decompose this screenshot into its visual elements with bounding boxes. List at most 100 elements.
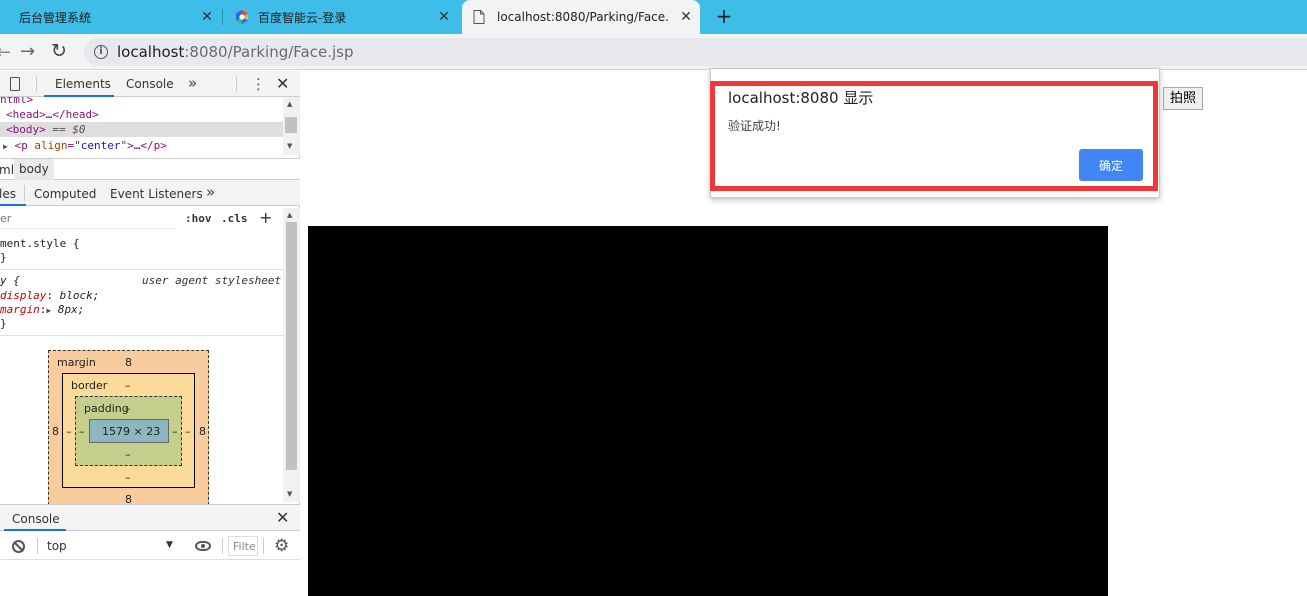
- dom-node-head[interactable]: <head>…</head>: [6, 107, 99, 122]
- eye-icon[interactable]: [195, 541, 211, 551]
- display-declaration[interactable]: display: block;: [0, 289, 99, 302]
- dom-node-body[interactable]: <body> == $0: [0, 122, 283, 137]
- padding-bottom-value[interactable]: –: [125, 448, 131, 461]
- scroll-up-icon[interactable]: ▲: [287, 211, 292, 219]
- margin-right-value[interactable]: 8: [199, 425, 206, 438]
- close-icon[interactable]: ✕: [199, 9, 215, 25]
- alert-dialog: localhost:8080 显示 验证成功! 确定: [710, 68, 1160, 198]
- element-style-rule[interactable]: ment.style {: [0, 237, 79, 250]
- border-top-value[interactable]: –: [125, 379, 131, 392]
- hov-toggle[interactable]: :hov: [185, 212, 212, 225]
- margin-top-value[interactable]: 8: [125, 356, 132, 369]
- close-icon[interactable]: ✕: [276, 74, 289, 93]
- dom-text: html>: [0, 97, 34, 106]
- dom-node-html[interactable]: html>: [0, 97, 33, 107]
- url-host: localhost: [117, 43, 185, 61]
- active-subtab-indicator: [0, 204, 26, 206]
- styles-filter-input[interactable]: [0, 209, 174, 229]
- border-bottom-value[interactable]: –: [125, 471, 131, 484]
- margin-left-value[interactable]: 8: [52, 425, 59, 438]
- border-right-value[interactable]: –: [185, 425, 191, 438]
- rule-close-brace: }: [0, 251, 7, 264]
- toolbar-divider: [222, 538, 223, 554]
- more-tabs-icon[interactable]: »: [188, 74, 197, 92]
- scroll-down-icon[interactable]: ▼: [287, 142, 292, 150]
- css-prop: margin: [0, 303, 40, 316]
- margin-label: margin: [57, 356, 96, 369]
- subtab-event-listeners[interactable]: Event Listeners: [110, 187, 203, 201]
- url-text[interactable]: localhost:8080/Parking/Face.jsp: [117, 43, 353, 61]
- dom-tag: </head>: [52, 108, 99, 121]
- tab-face-jsp[interactable]: localhost:8080/Parking/Face.jsp ✕: [462, 0, 700, 34]
- scroll-up-icon[interactable]: ▲: [287, 100, 292, 108]
- dom-punct: ">: [120, 139, 134, 152]
- tab-baidu-cloud[interactable]: 百度智能云-登录 ✕: [224, 0, 460, 34]
- close-icon[interactable]: ✕: [436, 9, 452, 25]
- styles-filter-bar: :hov .cls +: [0, 208, 283, 230]
- css-value: block;: [59, 289, 100, 302]
- camera-video: [308, 226, 1108, 596]
- back-arrow-icon[interactable]: ←: [0, 42, 11, 63]
- device-toggle-icon[interactable]: [10, 77, 20, 91]
- chevron-down-icon[interactable]: ▼: [166, 540, 173, 550]
- subtab-computed[interactable]: Computed: [34, 187, 96, 201]
- tab-separator: [222, 9, 223, 25]
- dom-attr-value: center: [80, 139, 121, 152]
- devtools-panel: Elements Console » ⋮ ✕ html> <head>…</he…: [0, 71, 300, 596]
- body-selector[interactable]: y {: [0, 274, 20, 287]
- active-drawer-tab-indicator: [4, 529, 66, 531]
- scrollbar-thumb[interactable]: [285, 117, 297, 133]
- rule-divider: [0, 335, 283, 336]
- context-select[interactable]: top: [47, 539, 67, 553]
- drawer-tab-console[interactable]: Console: [12, 512, 60, 526]
- padding-left-value[interactable]: –: [79, 425, 85, 438]
- subtab-styles[interactable]: les: [0, 187, 16, 201]
- baidu-cloud-icon: [236, 10, 248, 24]
- border-left-value[interactable]: –: [66, 425, 72, 438]
- browser-toolbar: ← → ↻ i localhost:8080/Parking/Face.jsp: [0, 34, 1307, 70]
- css-prop: display: [0, 289, 47, 302]
- dom-scrollbar[interactable]: ▲ ▼: [283, 97, 300, 155]
- user-agent-stylesheet-label: user agent stylesheet: [142, 274, 282, 287]
- tab-console[interactable]: Console: [126, 77, 174, 91]
- toolbar-divider: [36, 76, 37, 92]
- clear-console-icon[interactable]: [12, 540, 25, 553]
- more-tabs-icon[interactable]: »: [206, 183, 215, 201]
- breadcrumb-body[interactable]: body: [14, 159, 54, 180]
- console-filter-input[interactable]: Filte: [228, 536, 258, 556]
- new-tab-button[interactable]: +: [714, 6, 734, 26]
- close-icon[interactable]: ✕: [276, 508, 289, 527]
- dom-tag: <body>: [6, 123, 46, 136]
- breadcrumb: ml body: [0, 158, 300, 180]
- console-toolbar: top ▼ Filte ⚙: [0, 532, 300, 560]
- css-value: 8px;: [57, 303, 85, 316]
- new-rule-plus-icon[interactable]: +: [259, 208, 272, 227]
- gear-icon[interactable]: ⚙: [274, 536, 289, 556]
- breadcrumb-html[interactable]: ml: [0, 163, 14, 177]
- dom-tag: </p>: [140, 139, 167, 152]
- expand-triangle-icon[interactable]: ▶: [3, 142, 8, 151]
- cls-toggle[interactable]: .cls: [221, 212, 248, 225]
- margin-declaration[interactable]: margin:▶ 8px;: [0, 303, 84, 316]
- dialog-message: 验证成功!: [728, 119, 781, 133]
- address-bar[interactable]: i localhost:8080/Parking/Face.jsp: [84, 38, 1307, 66]
- scrollbar-thumb[interactable]: [286, 222, 297, 470]
- tab-admin[interactable]: 后台管理系统 ✕: [0, 0, 222, 34]
- styles-scrollbar[interactable]: ▲ ▼: [283, 208, 300, 502]
- padding-right-value[interactable]: –: [172, 425, 178, 438]
- forward-arrow-icon[interactable]: →: [20, 41, 35, 62]
- reload-icon[interactable]: ↻: [51, 40, 67, 62]
- close-icon[interactable]: ✕: [678, 9, 694, 25]
- expand-triangle-icon[interactable]: ▶: [46, 306, 51, 315]
- ok-button[interactable]: 确定: [1079, 149, 1143, 181]
- padding-top-value[interactable]: –: [125, 402, 131, 415]
- dom-node-p[interactable]: ▶ <p align="center">…</p>: [3, 138, 167, 153]
- info-icon[interactable]: i: [94, 45, 108, 59]
- subtab-divider: [24, 185, 25, 201]
- take-photo-button[interactable]: 拍照: [1163, 87, 1204, 110]
- tab-elements[interactable]: Elements: [55, 77, 111, 91]
- content-size-value[interactable]: 1579 × 23: [102, 425, 160, 438]
- url-path: :8080/Parking/Face.jsp: [184, 43, 354, 61]
- scroll-down-icon[interactable]: ▼: [287, 490, 292, 498]
- kebab-menu-icon[interactable]: ⋮: [251, 75, 266, 93]
